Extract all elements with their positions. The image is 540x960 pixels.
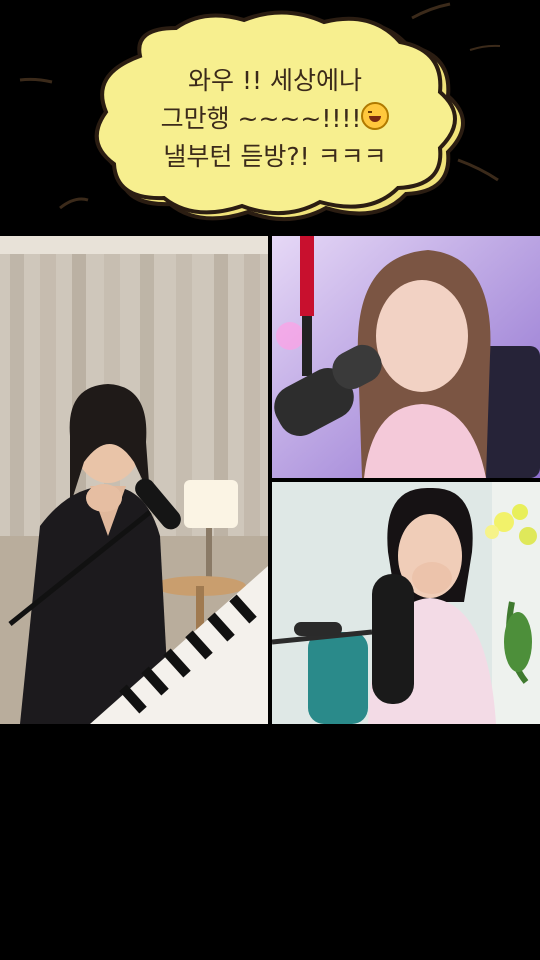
caption-text: 와우 !! 세상에나 그만행 ~~~~!!!! 낼부턴 듣방?! ㅋㅋㅋ bbox=[110, 62, 440, 176]
speech-bubble: 와우 !! 세상에나 그만행 ~~~~!!!! 낼부턴 듣방?! ㅋㅋㅋ bbox=[0, 0, 540, 235]
video-panel-streamer-top bbox=[272, 236, 540, 478]
video-panel-streamer-bottom bbox=[272, 482, 540, 724]
bottom-black-area bbox=[0, 724, 540, 960]
caption-line-3: 낼부턴 듣방?! ㅋㅋㅋ bbox=[163, 142, 387, 171]
caption-line-1: 와우 !! 세상에나 bbox=[188, 66, 362, 95]
video-panel-singer-piano bbox=[0, 236, 268, 724]
rofl-emoji-icon bbox=[361, 102, 390, 130]
caption-line-2: 그만행 ~~~~!!!! bbox=[160, 104, 362, 133]
